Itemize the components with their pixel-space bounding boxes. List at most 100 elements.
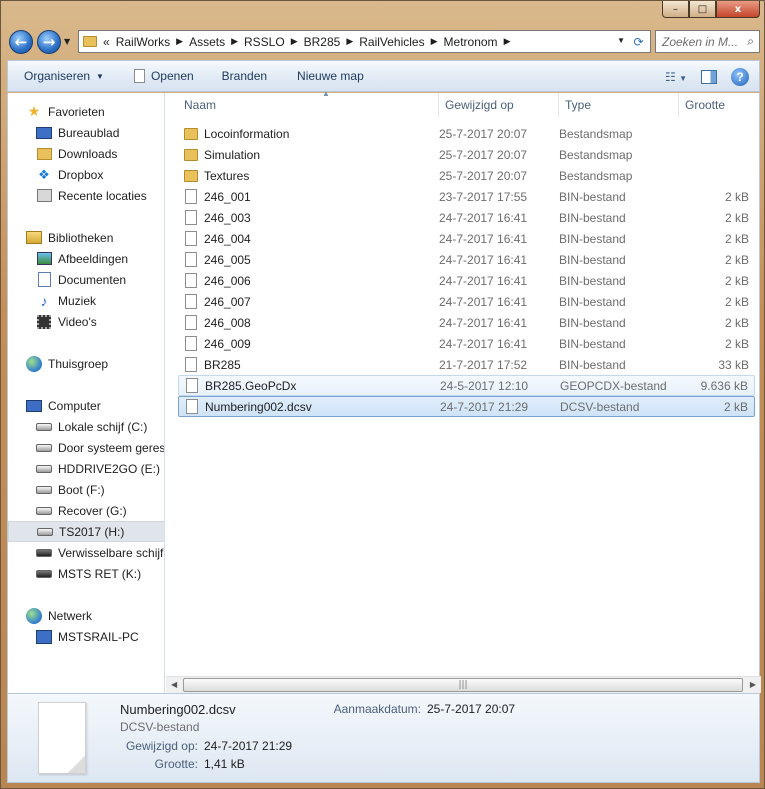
file-row[interactable]: BR285.GeoPcDx 24-5-2017 12:10 GEOPCDX-best… xyxy=(178,375,755,396)
details-view-icon[interactable]: ☷ ▼ xyxy=(665,70,687,84)
nav-homegroup[interactable]: Thuisgroep xyxy=(8,353,164,374)
file-row[interactable]: 246_008 24-7-2017 16:41 BIN-bestand 2 kB xyxy=(178,312,755,333)
breadcrumb-br285[interactable]: BR285 xyxy=(304,35,341,49)
details-file-type: DCSV-bestand xyxy=(120,720,200,734)
nav-computer[interactable]: Computer xyxy=(8,395,164,416)
chevron-right-icon[interactable]: ▶ xyxy=(504,36,511,47)
horizontal-scrollbar[interactable]: ◀ ||| ▶ xyxy=(166,676,761,693)
search-icon[interactable]: ⌕ xyxy=(747,34,754,49)
nav-drive-g[interactable]: Recover (G:) xyxy=(8,500,164,521)
file-icon xyxy=(185,315,197,330)
downloads-icon xyxy=(36,147,52,160)
column-header-type[interactable]: Type xyxy=(565,93,679,117)
column-header-size[interactable]: Grootte xyxy=(685,93,755,117)
nav-downloads[interactable]: Downloads xyxy=(8,143,164,164)
breadcrumb-rsslo[interactable]: RSSLO xyxy=(244,35,285,49)
file-row[interactable]: 246_006 24-7-2017 16:41 BIN-bestand 2 kB xyxy=(178,270,755,291)
address-bar[interactable]: « RailWorks ▶ Assets ▶ RSSLO ▶ BR285 ▶ R… xyxy=(78,30,632,53)
nav-drive-e[interactable]: HDDRIVE2GO (E:) xyxy=(8,458,164,479)
file-row[interactable]: 246_005 24-7-2017 16:41 BIN-bestand 2 kB xyxy=(178,249,755,270)
nav-drive-h[interactable]: TS2017 (H:) xyxy=(8,521,164,542)
chevron-right-icon[interactable]: ▶ xyxy=(231,36,238,47)
file-row[interactable]: BR285 21-7-2017 17:52 BIN-bestand 33 kB xyxy=(178,354,755,375)
nav-drive-reserved[interactable]: Door systeem gereserveerd xyxy=(8,437,165,458)
file-row[interactable]: 246_007 24-7-2017 16:41 BIN-bestand 2 kB xyxy=(178,291,755,312)
file-size: 9.636 kB xyxy=(700,378,748,393)
file-row[interactable]: 246_009 24-7-2017 16:41 BIN-bestand 2 kB xyxy=(178,333,755,354)
nav-libraries[interactable]: Bibliotheken xyxy=(8,227,164,248)
folder-icon xyxy=(184,127,198,140)
burn-button[interactable]: Branden xyxy=(222,69,267,83)
maximize-button[interactable]: □ xyxy=(689,1,716,18)
close-button[interactable]: x xyxy=(716,1,760,18)
file-modified: 24-7-2017 16:41 xyxy=(439,231,528,246)
open-button[interactable]: Openen xyxy=(133,69,194,83)
nav-dropbox[interactable]: ❖ Dropbox xyxy=(8,164,164,185)
chevron-right-icon[interactable]: ▶ xyxy=(176,36,183,47)
nav-favorites[interactable]: ★ Favorieten xyxy=(8,101,164,122)
column-divider[interactable] xyxy=(438,93,439,117)
column-divider[interactable] xyxy=(558,93,559,117)
file-row[interactable]: Textures 25-7-2017 20:07 Bestandsmap xyxy=(178,165,755,186)
search-input[interactable]: Zoeken in M... ⌕ xyxy=(655,30,760,53)
nav-label: Door systeem gereserveerd xyxy=(58,440,165,455)
nav-network[interactable]: Netwerk xyxy=(8,605,164,626)
new-folder-button[interactable]: Nieuwe map xyxy=(297,69,364,83)
help-icon[interactable]: ? xyxy=(731,68,749,86)
column-label: Naam xyxy=(184,98,217,112)
scroll-left-icon[interactable]: ◀ xyxy=(171,680,177,689)
file-type: Bestandsmap xyxy=(559,168,633,183)
chevron-right-icon[interactable]: ▶ xyxy=(346,36,353,47)
file-row[interactable]: 246_003 24-7-2017 16:41 BIN-bestand 2 kB xyxy=(178,207,755,228)
file-name-cell: 246_009 xyxy=(184,336,251,351)
chevron-right-icon[interactable]: ▶ xyxy=(431,36,438,47)
preview-pane-icon[interactable] xyxy=(701,70,717,84)
nav-drive-f[interactable]: Boot (F:) xyxy=(8,479,164,500)
file-icon xyxy=(185,252,197,267)
file-row[interactable]: Locoinformation 25-7-2017 20:07 Bestandsma… xyxy=(178,123,755,144)
file-row[interactable]: Numbering002.dcsv 24-7-2017 21:29 DCSV-bes… xyxy=(178,396,755,417)
file-icon xyxy=(185,336,197,351)
nav-desktop[interactable]: Bureaublad xyxy=(8,122,164,143)
nav-music[interactable]: ♪ Muziek xyxy=(8,290,164,311)
nav-videos[interactable]: Video's xyxy=(8,311,164,332)
organize-button[interactable]: Organiseren ▼ xyxy=(24,69,104,83)
file-list: Naam ▲ Gewijzigd op Type Grootte Locoinf… xyxy=(166,89,761,683)
breadcrumb-assets[interactable]: Assets xyxy=(189,35,225,49)
new-folder-label: Nieuwe map xyxy=(297,69,364,83)
file-row[interactable]: Simulation 25-7-2017 20:07 Bestandsmap xyxy=(178,144,755,165)
nav-recent[interactable]: Recente locaties xyxy=(8,185,164,206)
nav-drive-c[interactable]: Lokale schijf (C:) xyxy=(8,416,164,437)
nav-drive-k[interactable]: MSTS RET (K:) xyxy=(8,563,164,584)
chevron-right-icon[interactable]: ▶ xyxy=(291,36,298,47)
nav-pictures[interactable]: Afbeeldingen xyxy=(8,248,164,269)
breadcrumb-railvehicles[interactable]: RailVehicles xyxy=(359,35,424,49)
nav-label: Downloads xyxy=(58,146,118,161)
file-row[interactable]: 246_001 23-7-2017 17:55 BIN-bestand 2 kB xyxy=(178,186,755,207)
column-header-modified[interactable]: Gewijzigd op xyxy=(445,93,559,117)
hard-drive-icon xyxy=(36,443,52,452)
column-divider[interactable] xyxy=(678,93,679,117)
file-size: 2 kB xyxy=(724,336,749,351)
address-dropdown-icon[interactable]: ▼ xyxy=(617,36,625,45)
nav-removable[interactable]: Verwisselbare schijf xyxy=(8,542,164,563)
column-header-name[interactable]: Naam ▲ xyxy=(184,89,438,117)
nav-documents[interactable]: Documenten xyxy=(8,269,164,290)
back-button[interactable]: ← xyxy=(9,30,33,54)
breadcrumb-metronom[interactable]: Metronom xyxy=(444,35,498,49)
recent-pages-dropdown[interactable]: ▼ xyxy=(64,37,70,46)
nav-pc[interactable]: MSTSRAIL-PC xyxy=(8,626,164,647)
file-name-cell: 246_004 xyxy=(184,231,251,246)
details-modified-value[interactable]: 24-7-2017 21:29 xyxy=(204,739,292,753)
folder-icon xyxy=(83,36,97,47)
file-name: 246_001 xyxy=(204,189,251,204)
refresh-button[interactable]: ⟳ xyxy=(627,30,651,53)
minimize-button[interactable]: – xyxy=(662,1,689,18)
scroll-right-icon[interactable]: ▶ xyxy=(750,680,756,689)
details-created-value[interactable]: 25-7-2017 20:07 xyxy=(427,702,515,716)
scrollbar-thumb[interactable]: ||| xyxy=(183,678,743,692)
address-overflow[interactable]: « xyxy=(103,35,110,49)
file-row[interactable]: 246_004 24-7-2017 16:41 BIN-bestand 2 kB xyxy=(178,228,755,249)
forward-button[interactable]: → xyxy=(37,30,61,54)
breadcrumb-railworks[interactable]: RailWorks xyxy=(116,35,170,49)
